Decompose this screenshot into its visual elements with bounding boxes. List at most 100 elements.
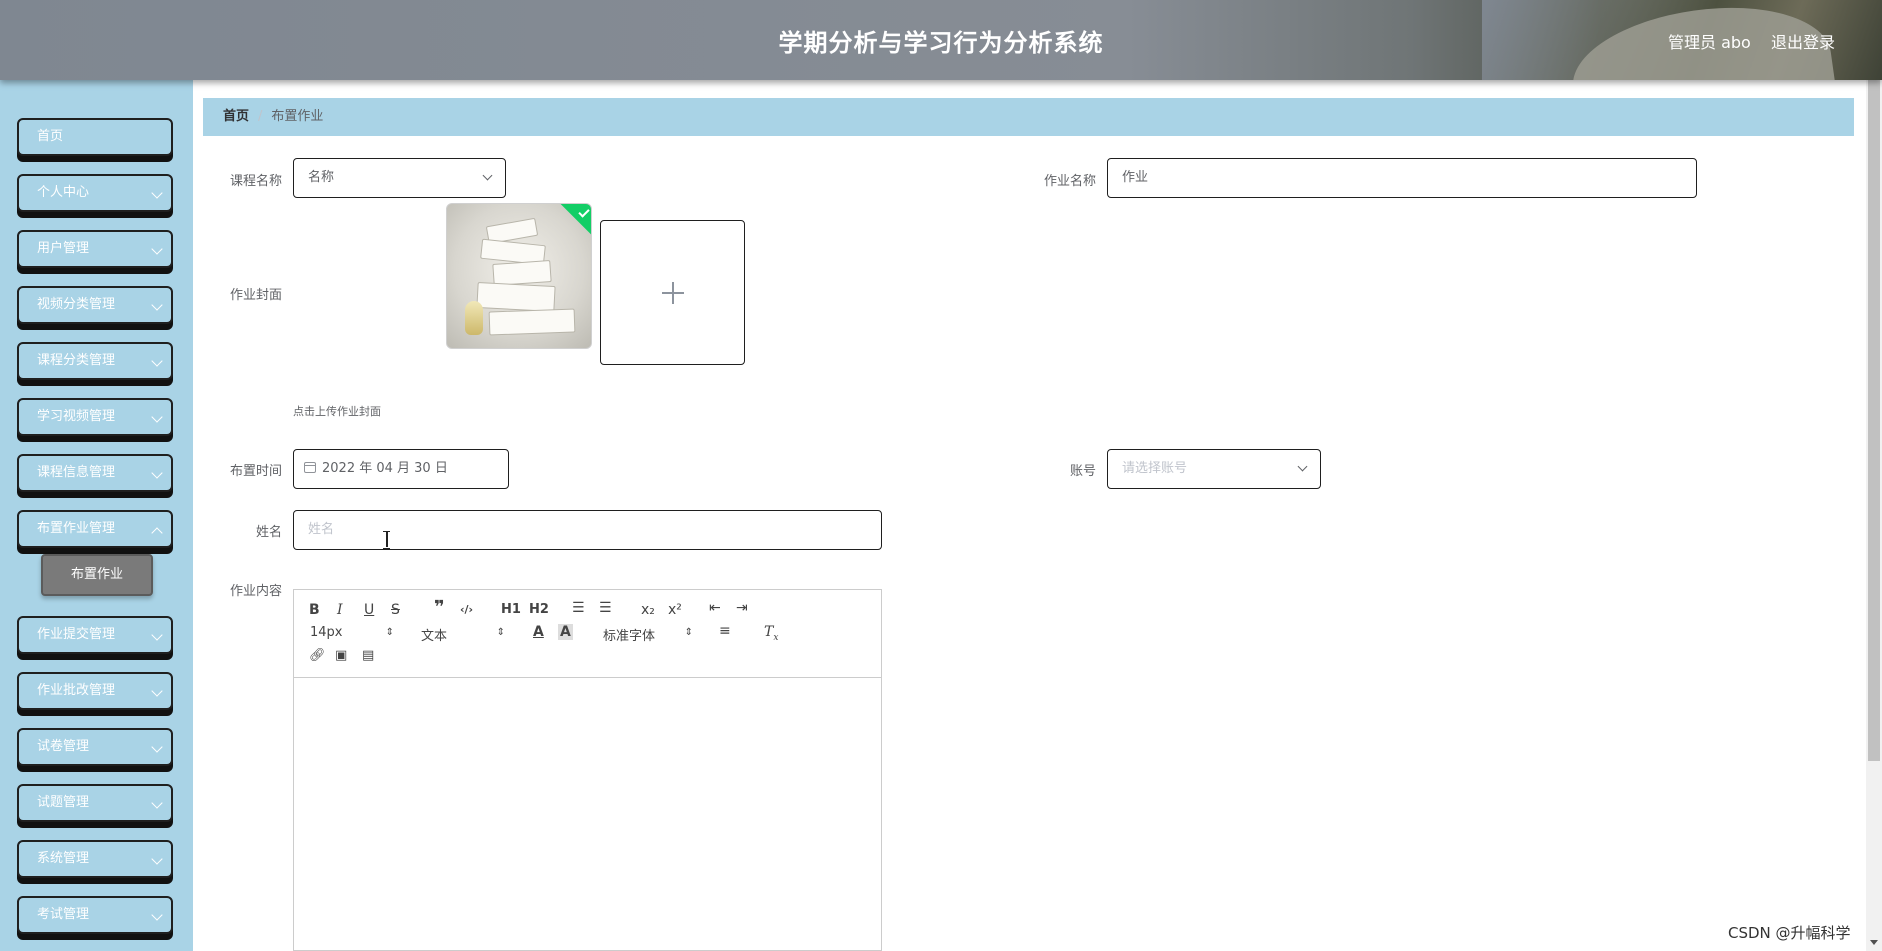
- account-placeholder: 请选择账号: [1122, 461, 1188, 476]
- code-block-button[interactable]: ‹/›: [460, 602, 473, 618]
- account-select[interactable]: 请选择账号: [1107, 449, 1321, 489]
- video-icon[interactable]: ▤: [362, 648, 374, 664]
- format-select[interactable]: 文本 ⇕: [421, 625, 505, 644]
- chevron-up-icon: [151, 527, 163, 539]
- chevron-down-icon: [151, 243, 163, 255]
- bullet-list-icon[interactable]: ☰: [599, 600, 612, 616]
- scroll-down-arrow-icon[interactable]: [1870, 940, 1878, 945]
- chevron-down-icon: [151, 187, 163, 199]
- font-family-select[interactable]: 标准字体 ⇕: [603, 625, 693, 644]
- scrollbar-thumb[interactable]: [1868, 80, 1880, 761]
- sidebar-item-course-info[interactable]: 课程信息管理: [17, 454, 173, 492]
- page-scrollbar[interactable]: [1866, 80, 1882, 951]
- ordered-list-icon[interactable]: ☰: [572, 600, 585, 616]
- text-color-icon[interactable]: A: [533, 624, 544, 640]
- breadcrumb-home[interactable]: 首页: [223, 109, 249, 124]
- heading1-button[interactable]: H1: [501, 602, 521, 618]
- bold-button[interactable]: B: [309, 602, 320, 618]
- assign-time-value: 2022 年 04 月 30 日: [322, 461, 448, 476]
- sidebar-subitem-assign-homework[interactable]: 布置作业: [41, 554, 153, 596]
- superscript-button[interactable]: x²: [668, 602, 682, 618]
- chevron-down-icon: [1297, 461, 1308, 472]
- sidebar-item-label: 试题管理: [37, 795, 90, 810]
- system-title: 学期分析与学习行为分析系统: [778, 29, 1104, 57]
- sidebar-item-user-management[interactable]: 用户管理: [17, 230, 173, 268]
- assign-time-label: 布置时间: [229, 464, 282, 479]
- chevron-down-icon: [151, 467, 163, 479]
- breadcrumb-separator: /: [258, 109, 263, 124]
- text-cursor-icon: [383, 531, 390, 549]
- content-label: 作业内容: [229, 584, 282, 599]
- chevron-down-icon: [151, 629, 163, 641]
- background-color-icon[interactable]: A: [558, 624, 573, 640]
- logout-link[interactable]: 退出登录: [1771, 29, 1835, 53]
- format-value: 文本: [421, 629, 448, 644]
- chevron-down-icon: [151, 797, 163, 809]
- chevron-down-icon: [151, 355, 163, 367]
- font-family-value: 标准字体: [603, 629, 656, 644]
- align-left-icon[interactable]: ≡: [719, 623, 731, 639]
- clear-format-icon[interactable]: Tx: [764, 624, 778, 646]
- assign-time-datepicker[interactable]: 2022 年 04 月 30 日: [293, 449, 509, 489]
- sidebar-item-label: 作业批改管理: [37, 683, 116, 698]
- sidebar-item-exam[interactable]: 考试管理: [17, 896, 173, 934]
- chevron-down-icon: [151, 909, 163, 921]
- heading2-button[interactable]: H2: [529, 602, 549, 618]
- sidebar-item-question[interactable]: 试题管理: [17, 784, 173, 822]
- sidebar-item-home[interactable]: 首页: [17, 118, 173, 156]
- name-label: 姓名: [255, 525, 282, 540]
- link-icon[interactable]: 🔗︎: [309, 648, 326, 664]
- account-label: 账号: [1069, 464, 1096, 479]
- course-name-label: 课程名称: [229, 174, 282, 189]
- image-icon[interactable]: ▣: [335, 648, 347, 664]
- cover-upload-button[interactable]: [600, 220, 745, 365]
- chevron-down-icon: [151, 853, 163, 865]
- sidebar-item-label: 首页: [37, 129, 64, 144]
- sidebar-item-course-category[interactable]: 课程分类管理: [17, 342, 173, 380]
- underline-button[interactable]: U: [364, 602, 374, 618]
- subscript-button[interactable]: x₂: [641, 602, 655, 618]
- book-image-part: [476, 281, 556, 313]
- cover-upload-hint: 点击上传作业封面: [293, 405, 381, 418]
- book-image-part: [488, 308, 576, 336]
- homework-name-value: 作业: [1122, 170, 1149, 185]
- sidebar-item-study-video[interactable]: 学习视频管理: [17, 398, 173, 436]
- course-name-select[interactable]: 名称: [293, 158, 506, 198]
- font-size-select[interactable]: 14px ⇕: [310, 625, 394, 640]
- sidebar-item-label: 课程分类管理: [37, 353, 116, 368]
- sidebar-item-exam-paper[interactable]: 试卷管理: [17, 728, 173, 766]
- cover-image-thumbnail[interactable]: [446, 203, 592, 349]
- chevron-down-icon: [482, 170, 493, 181]
- lightbulb-image-part: [465, 301, 483, 335]
- outdent-icon[interactable]: ⇤: [709, 600, 721, 616]
- updown-icon: ⇕: [385, 627, 394, 638]
- calendar-icon: [304, 462, 316, 473]
- sidebar-item-label: 用户管理: [37, 241, 90, 256]
- homework-name-input[interactable]: 作业: [1107, 158, 1697, 198]
- sidebar-item-homework-submission[interactable]: 作业提交管理: [17, 616, 173, 654]
- strike-button[interactable]: S: [391, 602, 400, 618]
- breadcrumb-current: 布置作业: [271, 109, 324, 124]
- book-image-part: [492, 260, 552, 286]
- admin-username: 管理员 abo: [1668, 33, 1751, 52]
- sidebar-item-label: 布置作业管理: [37, 521, 116, 536]
- sidebar-item-personal-center[interactable]: 个人中心: [17, 174, 173, 212]
- chevron-down-icon: [151, 741, 163, 753]
- blockquote-button[interactable]: ❞: [434, 599, 445, 617]
- sidebar-item-system[interactable]: 系统管理: [17, 840, 173, 878]
- updown-icon: ⇕: [496, 627, 505, 638]
- chevron-down-icon: [151, 411, 163, 423]
- sidebar-item-homework-grading[interactable]: 作业批改管理: [17, 672, 173, 710]
- indent-icon[interactable]: ⇥: [736, 600, 748, 616]
- italic-button[interactable]: I: [337, 602, 343, 618]
- editor-toolbar: B I U S ❞ ‹/› H1 H2 ☰ ☰ x₂ x² ⇤ ⇥ 14px ⇕ …: [294, 590, 881, 678]
- breadcrumb: 首页 / 布置作业: [203, 98, 1854, 136]
- sidebar-item-label: 试卷管理: [37, 739, 90, 754]
- sidebar-item-label: 学习视频管理: [37, 409, 116, 424]
- sidebar-item-label: 作业提交管理: [37, 627, 116, 642]
- name-input[interactable]: 姓名: [293, 510, 882, 550]
- sidebar-item-video-category[interactable]: 视频分类管理: [17, 286, 173, 324]
- sidebar-item-assign-homework[interactable]: 布置作业管理: [17, 510, 173, 548]
- sidebar-item-label: 视频分类管理: [37, 297, 116, 312]
- csdn-watermark: CSDN @升幅科学: [1728, 924, 1851, 942]
